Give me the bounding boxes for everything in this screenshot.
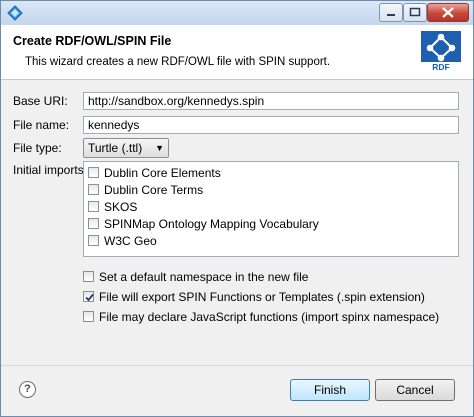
close-button[interactable] — [427, 3, 469, 22]
file-type-label: File type: — [13, 141, 62, 155]
import-label: SPINMap Ontology Mapping Vocabulary — [104, 217, 319, 231]
finish-button[interactable]: Finish — [290, 379, 370, 401]
minimize-button[interactable] — [379, 3, 403, 22]
import-checkbox[interactable] — [88, 218, 99, 230]
wizard-header: Create RDF/OWL/SPIN File This wizard cre… — [1, 25, 473, 80]
rdf-logo-icon: RDF — [421, 31, 461, 71]
import-checkbox[interactable] — [88, 235, 99, 247]
file-name-label: File name: — [13, 118, 70, 132]
minimize-icon — [387, 14, 395, 16]
cancel-button[interactable]: Cancel — [375, 379, 455, 401]
option-checkbox[interactable] — [83, 311, 94, 323]
option-checkbox[interactable] — [83, 271, 94, 283]
option-label: File will export SPIN Functions or Templ… — [99, 290, 425, 304]
maximize-button[interactable] — [403, 3, 427, 22]
initial-imports-label: Initial imports: — [13, 163, 88, 177]
base-uri-input[interactable] — [83, 92, 459, 110]
maximize-icon — [409, 7, 421, 17]
import-label: SKOS — [104, 200, 138, 214]
import-item-skos[interactable]: SKOS — [88, 199, 137, 215]
file-name-input[interactable] — [83, 116, 459, 134]
close-icon — [442, 7, 454, 18]
wizard-dialog: Create RDF/OWL/SPIN File This wizard cre… — [0, 0, 474, 417]
import-item-dublin-core-elements[interactable]: Dublin Core Elements — [88, 165, 221, 181]
option-checkbox-checked[interactable] — [83, 291, 94, 303]
initial-imports-list: Dublin Core Elements Dublin Core Terms S… — [83, 161, 459, 257]
import-item-spinmap[interactable]: SPINMap Ontology Mapping Vocabulary — [88, 216, 319, 232]
file-type-select[interactable]: Turtle (.ttl) ▼ — [83, 138, 169, 158]
file-type-value: Turtle (.ttl) — [88, 141, 143, 155]
import-label: Dublin Core Terms — [104, 183, 204, 197]
import-item-dublin-core-terms[interactable]: Dublin Core Terms — [88, 182, 203, 198]
import-label: W3C Geo — [104, 234, 157, 248]
app-icon — [7, 5, 23, 21]
wizard-title: Create RDF/OWL/SPIN File — [13, 34, 172, 48]
option-javascript-functions[interactable]: File may declare JavaScript functions (i… — [83, 309, 439, 325]
import-checkbox[interactable] — [88, 184, 99, 196]
dropdown-arrow-icon: ▼ — [155, 143, 164, 153]
help-icon[interactable]: ? — [19, 381, 36, 398]
option-default-namespace[interactable]: Set a default namespace in the new file — [83, 269, 308, 285]
base-uri-label: Base URI: — [13, 94, 68, 108]
logo-text: RDF — [432, 62, 449, 71]
import-item-w3c-geo[interactable]: W3C Geo — [88, 233, 157, 249]
import-label: Dublin Core Elements — [104, 166, 221, 180]
title-bar[interactable] — [1, 1, 473, 25]
import-checkbox[interactable] — [88, 201, 99, 213]
option-label: File may declare JavaScript functions (i… — [99, 310, 440, 324]
import-checkbox[interactable] — [88, 167, 99, 179]
wizard-description: This wizard creates a new RDF/OWL file w… — [25, 56, 331, 68]
footer-divider — [1, 365, 473, 366]
option-export-spin[interactable]: File will export SPIN Functions or Templ… — [83, 289, 425, 305]
checkmark-icon — [85, 294, 94, 302]
option-label: Set a default namespace in the new file — [99, 270, 309, 284]
